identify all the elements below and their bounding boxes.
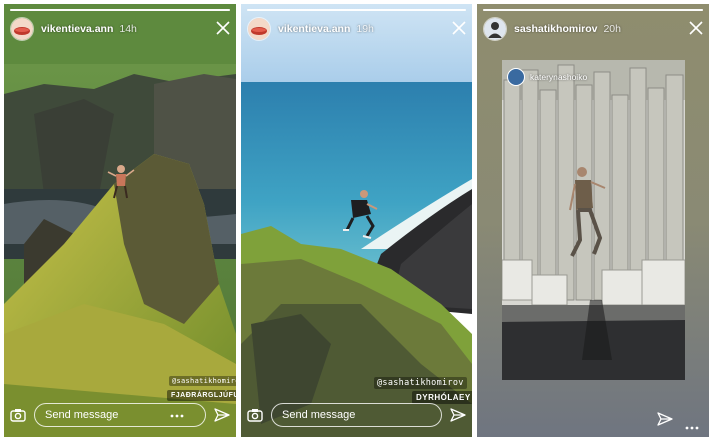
story-image-cliff-jump <box>241 4 472 437</box>
story-header: vikentieva.ann 19h <box>247 16 466 42</box>
repost-username[interactable]: katerynashoiko <box>530 72 587 82</box>
story-progress-bar <box>483 9 703 11</box>
story-header: vikentieva.ann 14h <box>10 16 230 42</box>
story-username[interactable]: sashatikhomirov <box>514 23 597 35</box>
send-message-input[interactable]: Send message <box>271 403 442 427</box>
story-username[interactable]: vikentieva.ann <box>278 23 350 35</box>
story-username[interactable]: vikentieva.ann <box>41 23 113 35</box>
repost-avatar <box>507 68 525 86</box>
story-progress-bar <box>247 9 466 11</box>
location-sticker[interactable]: FJAÐRÁRGLJÚFUR <box>167 390 236 401</box>
camera-icon[interactable] <box>247 407 263 423</box>
mention-sticker[interactable]: @sashatikhomirov <box>169 376 236 386</box>
close-icon[interactable] <box>689 21 703 35</box>
story-actions <box>657 411 699 430</box>
camera-icon[interactable] <box>10 407 26 423</box>
mention-sticker[interactable]: @sashatikhomirov <box>374 377 467 389</box>
story-card-3[interactable]: katerynashoiko sashatikhomirov 20h <box>477 4 709 437</box>
send-icon[interactable] <box>657 411 673 427</box>
story-footer: Send message <box>10 401 230 429</box>
story-progress-bar <box>10 9 230 11</box>
repost-header[interactable]: katerynashoiko <box>507 68 587 86</box>
story-card-1[interactable]: vikentieva.ann 14h @sashatikhomirov FJAÐ… <box>4 4 236 437</box>
story-timestamp: 19h <box>356 23 374 35</box>
send-icon[interactable] <box>450 407 466 423</box>
close-icon[interactable] <box>452 21 466 35</box>
avatar[interactable] <box>10 17 34 41</box>
more-dots-icon[interactable] <box>170 414 184 418</box>
story-footer: Send message <box>247 401 466 429</box>
reposted-story-image[interactable] <box>502 60 685 380</box>
story-card-2[interactable]: vikentieva.ann 19h @sashatikhomirov DYRH… <box>241 4 472 437</box>
story-timestamp: 14h <box>119 23 137 35</box>
story-timestamp: 20h <box>603 23 621 35</box>
avatar[interactable] <box>247 17 271 41</box>
more-dots-icon[interactable] <box>685 417 699 430</box>
story-header: sashatikhomirov 20h <box>483 16 703 42</box>
avatar[interactable] <box>483 17 507 41</box>
close-icon[interactable] <box>216 21 230 35</box>
story-image-canyon <box>4 4 236 437</box>
send-icon[interactable] <box>214 407 230 423</box>
